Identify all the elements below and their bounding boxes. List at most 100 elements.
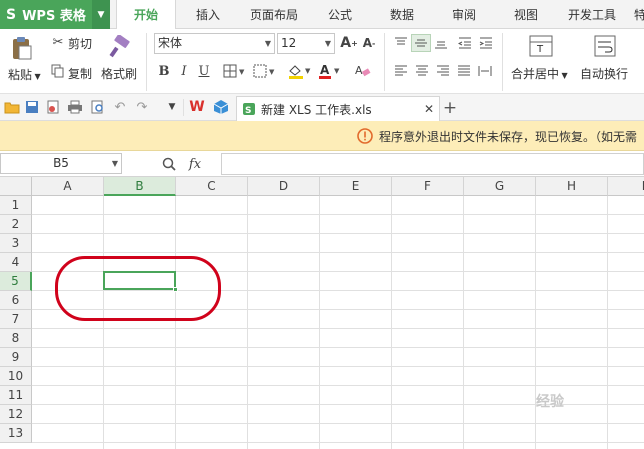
paste-button[interactable]: 粘贴 ▼	[8, 66, 41, 83]
tab-home[interactable]: 开始	[116, 0, 176, 30]
annotation-highlight	[55, 256, 221, 321]
font-color-icon[interactable]: A ▼	[317, 62, 343, 80]
borders-icon[interactable]: ▼	[221, 62, 247, 80]
gridline-horizontal	[32, 214, 644, 215]
justify-icon[interactable]	[456, 63, 472, 79]
column-header-f[interactable]: F	[392, 177, 464, 196]
separator	[183, 99, 184, 116]
scissors-icon[interactable]: ✂	[50, 34, 66, 50]
tab-page-layout[interactable]: 页面布局	[243, 0, 305, 29]
function-icon[interactable]: fx	[184, 155, 206, 173]
document-tab[interactable]: S 新建 XLS 工作表.xls ✕	[236, 96, 440, 121]
column-header-h[interactable]: H	[536, 177, 608, 196]
paste-icon[interactable]	[9, 35, 35, 61]
save-icon[interactable]	[24, 99, 40, 115]
name-box-value: B5	[53, 156, 69, 170]
tab-data[interactable]: 数据	[380, 0, 424, 29]
tab-insert[interactable]: 插入	[186, 0, 230, 29]
row-header-7[interactable]: 7	[0, 310, 32, 329]
name-box[interactable]: B5 ▼	[0, 153, 122, 174]
zoom-icon[interactable]	[160, 155, 178, 173]
redo-icon[interactable]: ↷	[134, 99, 150, 115]
column-header-c[interactable]: C	[176, 177, 248, 196]
align-right-icon[interactable]	[435, 63, 451, 79]
separator	[502, 33, 503, 91]
svg-text:T: T	[536, 44, 544, 55]
row-header-5[interactable]: 5	[0, 272, 32, 291]
row-header-1[interactable]: 1	[0, 196, 32, 215]
svg-text:▼: ▼	[269, 68, 275, 76]
open-folder-icon[interactable]	[4, 99, 20, 115]
bold-button[interactable]: B	[156, 62, 172, 80]
new-tab-button[interactable]: +	[440, 97, 460, 119]
align-center-icon[interactable]	[414, 63, 430, 79]
copy-button[interactable]: 复制	[68, 65, 92, 82]
format-painter-button[interactable]: 格式刷	[101, 65, 137, 82]
column-header-a[interactable]: A	[32, 177, 104, 196]
wrap-text-icon[interactable]	[592, 34, 618, 58]
copy-icon[interactable]	[50, 63, 66, 79]
chevron-down-icon: ▼	[111, 159, 118, 168]
app-menu-button[interactable]: S WPS 表格 ▼	[0, 0, 110, 29]
paste-label: 粘贴	[8, 68, 33, 82]
gridline-horizontal	[32, 423, 644, 424]
font-size-select[interactable]: 12 ▼	[277, 33, 335, 54]
font-size-value: 12	[281, 36, 297, 50]
align-top-icon[interactable]	[393, 35, 409, 51]
clear-format-icon[interactable]: A	[353, 62, 377, 80]
watermark: 经验	[536, 394, 564, 410]
align-left-icon[interactable]	[393, 63, 409, 79]
row-header-11[interactable]: 11	[0, 386, 32, 405]
print-icon[interactable]	[66, 99, 84, 115]
column-header-e[interactable]: E	[320, 177, 392, 196]
cell-style-icon[interactable]: ▼	[251, 62, 277, 80]
column-header-g[interactable]: G	[464, 177, 536, 196]
close-icon[interactable]: ✕	[421, 101, 437, 117]
row-header-12[interactable]: 12	[0, 405, 32, 424]
italic-button[interactable]: I	[176, 62, 192, 80]
tab-formulas[interactable]: 公式	[318, 0, 362, 29]
increase-indent-icon[interactable]	[478, 35, 494, 51]
merge-center-button[interactable]: 合并居中 ▼	[511, 65, 568, 82]
wrap-text-button[interactable]: 自动换行	[580, 65, 628, 82]
svg-text:▼: ▼	[239, 68, 245, 76]
wps-home-icon[interactable]: W	[188, 99, 206, 115]
print-preview-icon[interactable]	[89, 99, 107, 115]
svg-text:▼: ▼	[334, 67, 340, 75]
export-pdf-icon[interactable]	[45, 99, 61, 115]
formula-input[interactable]	[221, 153, 644, 175]
font-name-select[interactable]: 宋体 ▼	[154, 33, 275, 54]
row-header-2[interactable]: 2	[0, 215, 32, 234]
undo-icon[interactable]: ↶	[112, 99, 128, 115]
decrease-indent-icon[interactable]	[457, 35, 473, 51]
row-header-4[interactable]: 4	[0, 253, 32, 272]
column-header-b[interactable]: B	[104, 177, 176, 196]
row-header-9[interactable]: 9	[0, 348, 32, 367]
increase-font-icon[interactable]: A +	[340, 34, 358, 52]
fill-color-icon[interactable]: ▼	[286, 62, 314, 80]
align-bottom-icon[interactable]	[433, 35, 449, 51]
underline-button[interactable]: U	[196, 62, 212, 80]
row-header-3[interactable]: 3	[0, 234, 32, 253]
cloud-docs-icon[interactable]	[212, 99, 230, 115]
tab-view[interactable]: 视图	[504, 0, 548, 29]
row-header-6[interactable]: 6	[0, 291, 32, 310]
tab-developer[interactable]: 开发工具	[560, 0, 624, 29]
select-all-corner[interactable]	[0, 177, 32, 196]
distributed-icon[interactable]	[477, 63, 493, 79]
column-header-d[interactable]: D	[248, 177, 320, 196]
decrease-font-icon[interactable]: A-	[360, 34, 378, 52]
customize-toolbar-icon[interactable]: ▼	[164, 99, 180, 115]
chevron-down-icon[interactable]: ▼	[92, 0, 110, 29]
align-middle-icon[interactable]	[411, 34, 431, 52]
row-header-10[interactable]: 10	[0, 367, 32, 386]
tab-special[interactable]: 特	[630, 0, 644, 29]
format-painter-icon[interactable]	[107, 34, 133, 60]
tab-review[interactable]: 审阅	[442, 0, 486, 29]
column-header-i[interactable]: I	[608, 177, 644, 196]
cut-button[interactable]: 剪切	[68, 35, 92, 52]
merge-center-icon[interactable]: T	[528, 34, 554, 58]
row-header-13[interactable]: 13	[0, 424, 32, 443]
row-header-8[interactable]: 8	[0, 329, 32, 348]
ribbon-toolbar: 粘贴 ▼ ✂ 剪切 复制 格式刷 宋体 ▼ 12 ▼ A + A- B I U ▼ ▼…	[0, 29, 644, 94]
